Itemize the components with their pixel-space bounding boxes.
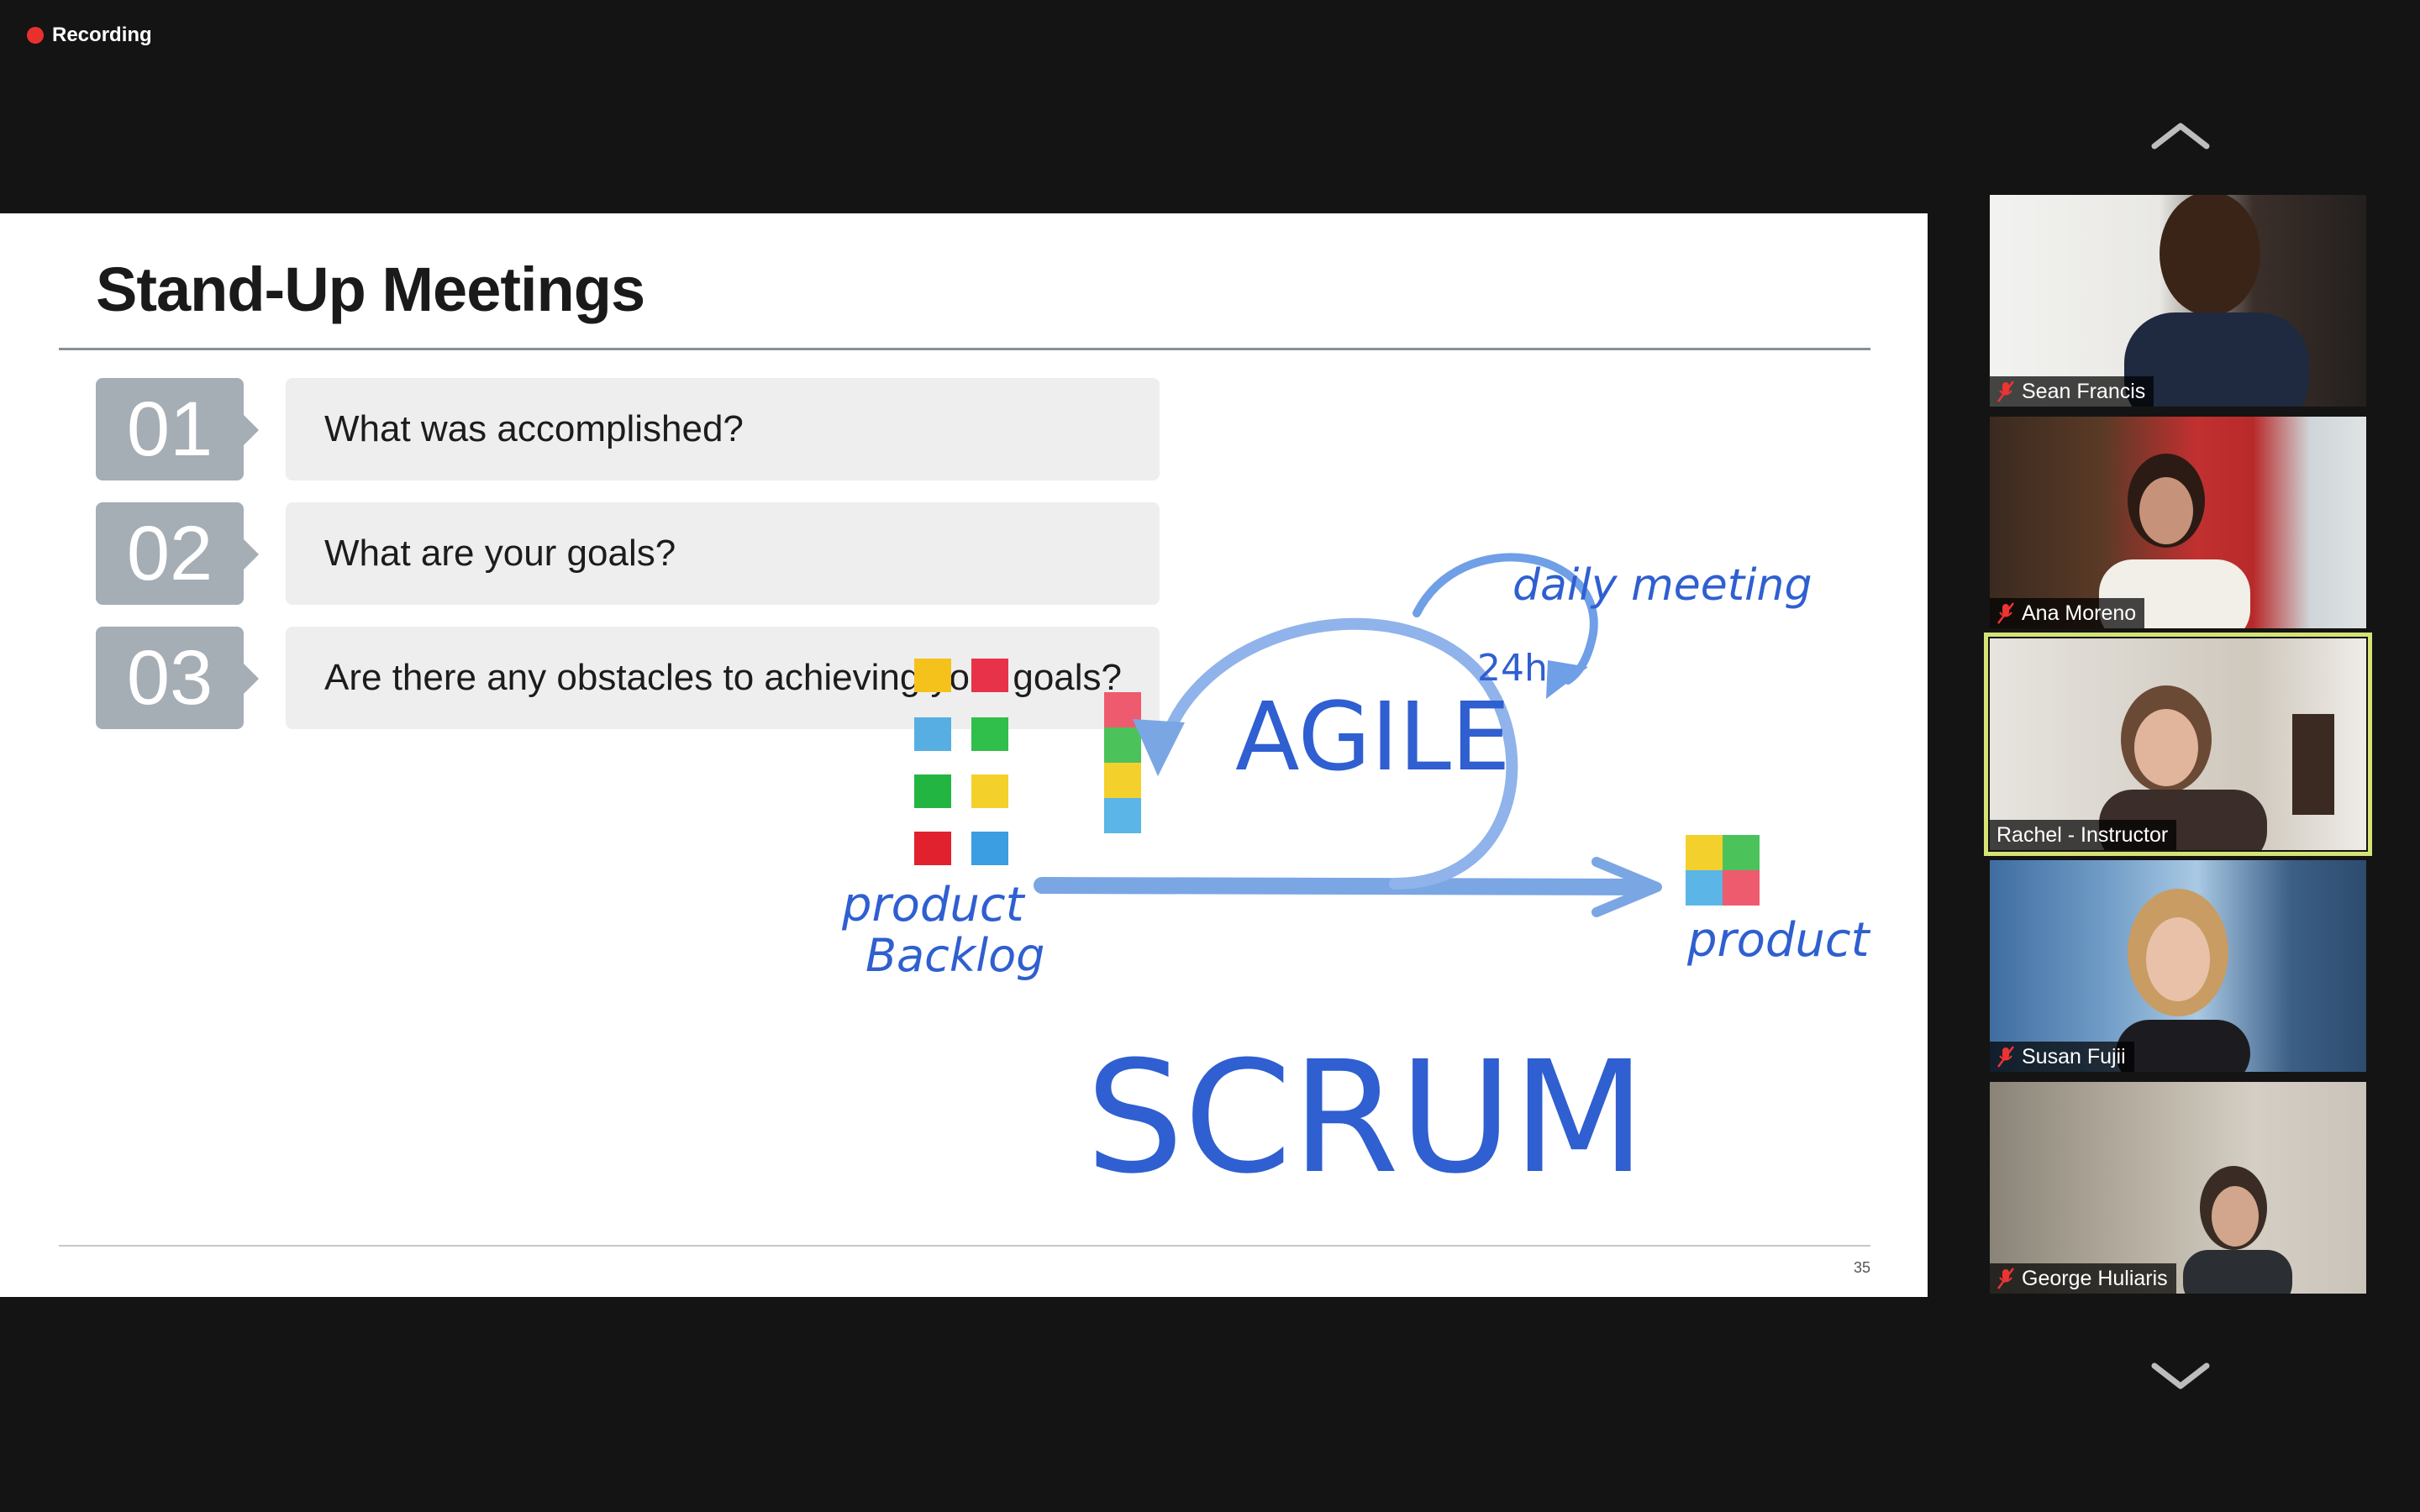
participant-name: Susan Fujii — [2022, 1044, 2126, 1068]
participant-name-tag: Sean Francis — [1990, 376, 2154, 407]
video-feed — [2124, 195, 2309, 407]
item-question: What was accomplished? — [286, 378, 1160, 480]
product-squares-icon — [1686, 835, 1760, 906]
backlog-squares-icon — [914, 659, 1008, 865]
recording-dot-icon — [27, 27, 44, 44]
agile-scrum-illustration: daily meeting 24h AGILE SCRUM product Ba… — [841, 553, 1871, 1208]
muted-microphone-icon — [1997, 381, 2014, 402]
participant-name-tag: George Huliaris — [1990, 1263, 2176, 1294]
participant-name: George Huliaris — [2022, 1266, 2168, 1290]
participant-name: Rachel - Instructor — [1996, 822, 2169, 847]
video-feed — [2099, 454, 2250, 628]
item-number-badge: 03 — [96, 627, 259, 729]
recording-label: Recording — [52, 24, 152, 46]
participant-tile[interactable]: Ana Moreno — [1990, 417, 2366, 628]
participant-name: Ana Moreno — [2022, 601, 2137, 625]
participant-name-tag: Rachel - Instructor — [1990, 820, 2177, 850]
slide-list-item-1: 01 What was accomplished? — [96, 378, 1163, 482]
slide-title: Stand-Up Meetings — [96, 255, 645, 324]
item-number-badge: 01 — [96, 378, 259, 480]
shared-slide: Stand-Up Meetings 01 What was accomplish… — [0, 213, 1928, 1297]
video-feed — [2099, 685, 2334, 850]
video-feed — [2116, 889, 2250, 1072]
muted-microphone-icon — [1997, 602, 2014, 624]
daily-meeting-label: daily meeting — [1512, 560, 1812, 611]
participant-tile[interactable]: Susan Fujii — [1990, 860, 2366, 1072]
participant-tile[interactable]: Sean Francis — [1990, 195, 2366, 407]
backlog-label-line2: Backlog — [865, 929, 1044, 982]
slide-divider-top — [59, 348, 1870, 350]
participant-name-tag: Susan Fujii — [1990, 1042, 2134, 1072]
scrum-label: SCRUM — [1086, 1028, 1646, 1208]
scroll-down-chevron-icon[interactable] — [2151, 1361, 2210, 1391]
participant-name-tag: Ana Moreno — [1990, 598, 2145, 628]
video-feed — [2183, 1166, 2292, 1294]
sprint-stack-icon — [1104, 692, 1141, 833]
item-number-badge: 02 — [96, 502, 259, 605]
muted-microphone-icon — [1997, 1046, 2014, 1068]
recording-indicator[interactable]: Recording — [27, 20, 152, 50]
scroll-up-chevron-icon[interactable] — [2151, 121, 2210, 151]
participant-tile-active-speaker[interactable]: Rachel - Instructor — [1984, 633, 2372, 856]
backlog-label-line1: product — [841, 878, 1026, 932]
muted-microphone-icon — [1997, 1268, 2014, 1289]
participant-tile[interactable]: George Huliaris — [1990, 1082, 2366, 1294]
slide-page-number: 35 — [1853, 1259, 1870, 1276]
product-label: product — [1686, 913, 1871, 968]
participant-name: Sean Francis — [2022, 379, 2146, 403]
agile-label: AGILE — [1235, 683, 1511, 792]
slide-divider-bottom — [59, 1245, 1870, 1247]
